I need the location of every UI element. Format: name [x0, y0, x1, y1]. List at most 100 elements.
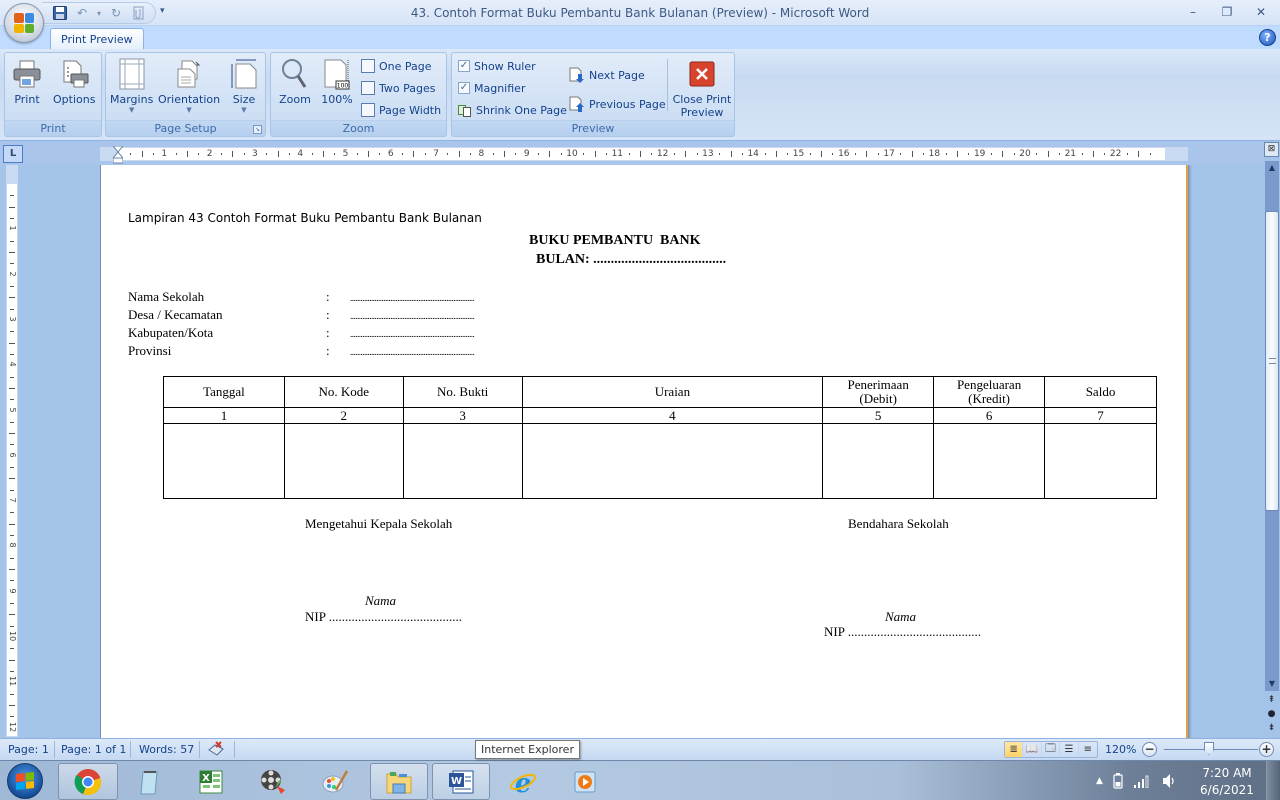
scroll-track[interactable]: ▲ ▼ [1265, 161, 1279, 691]
help-button[interactable]: ? [1259, 29, 1276, 46]
signature-right-title: Bendahara Sekolah [848, 516, 949, 531]
zoom-level[interactable]: 120% [1105, 743, 1136, 756]
print-options-icon [63, 60, 89, 88]
taskbar-notepad[interactable] [122, 763, 180, 800]
battery-icon[interactable] [1113, 773, 1123, 789]
vertical-ruler[interactable]: 1 2 3 4 5 6 7 8 9 10 11 12 [6, 165, 18, 737]
scroll-up-arrow-icon[interactable]: ▲ [1265, 161, 1279, 175]
taskbar-chrome[interactable] [58, 763, 118, 800]
ruler-number: 7 [433, 149, 439, 159]
office-button[interactable] [4, 3, 44, 43]
web-layout-view-icon[interactable]: 🗔 [1042, 742, 1061, 757]
chrome-icon [74, 768, 102, 795]
indent-marker-icon[interactable] [113, 146, 123, 164]
ruler-number: 3 [252, 149, 258, 159]
print-group-label: Print [5, 120, 101, 136]
document-page[interactable]: Lampiran 43 Contoh Format Buku Pembantu … [100, 165, 1188, 738]
next-page-button[interactable]: Next Page [569, 66, 645, 84]
taskbar-media-player[interactable] [556, 763, 614, 800]
taskbar-paint[interactable] [306, 763, 364, 800]
ruler-tick [1104, 153, 1106, 155]
view-buttons: ≣ 📖 🗔 ☰ ≡ [1004, 741, 1098, 758]
ruler-tick [911, 151, 913, 157]
zoom-100-label: 100% [321, 93, 353, 106]
zoom-out-button[interactable]: − [1142, 742, 1157, 757]
close-window-button[interactable]: ✕ [1248, 3, 1274, 21]
ruler-tick [9, 251, 15, 253]
ruler-tick [594, 151, 596, 157]
ruler-tick [1092, 151, 1094, 157]
one-page-button[interactable]: One Page [361, 57, 432, 75]
orientation-button[interactable]: Orientation ▼ [158, 57, 220, 114]
ruler-number: 19 [973, 149, 986, 159]
ruler-tick [9, 704, 15, 706]
page-width-button[interactable]: Page Width [361, 101, 441, 119]
minimize-button[interactable]: – [1180, 3, 1206, 21]
zoom-in-button[interactable]: + [1259, 742, 1274, 757]
proofing-button[interactable] [207, 740, 225, 761]
taskbar-windows-explorer[interactable] [370, 763, 428, 800]
ribbon: Print Options Print Margins ▼ Orientatio… [0, 49, 1280, 141]
shrink-one-page-button[interactable]: Shrink One Page [458, 101, 567, 119]
horizontal-ruler[interactable]: 1 2 3 4 5 6 7 8 9 10 11 12 13 14 15 16 17 18 19 20 21 22 [100, 147, 1188, 161]
next-page-browse-icon[interactable]: ⇟ [1264, 721, 1279, 735]
ruler-tick [1002, 151, 1004, 157]
draft-view-icon[interactable]: ≡ [1079, 742, 1097, 757]
ruler-tick [968, 153, 970, 155]
show-hidden-icons-button[interactable]: ▲ [1096, 776, 1103, 786]
ruler-tick [1058, 153, 1060, 155]
ruler-tick [220, 153, 222, 155]
clock-date: 6/6/2021 [1200, 783, 1254, 797]
print-button[interactable]: Print [11, 57, 43, 106]
page-setup-dialog-launcher[interactable]: ↘ [253, 125, 262, 134]
lampiran-heading: Lampiran 43 Contoh Format Buku Pembantu … [128, 211, 482, 225]
page-width-icon [361, 103, 375, 117]
ruler-tick [900, 153, 902, 155]
options-button[interactable]: Options [53, 57, 95, 106]
magnifier-checkbox[interactable]: ✓ Magnifier [458, 79, 525, 97]
full-screen-reading-view-icon[interactable]: 📖 [1023, 742, 1042, 757]
ruler-tick [538, 153, 540, 155]
taskbar-excel[interactable]: X [182, 763, 240, 800]
scroll-down-arrow-icon[interactable]: ▼ [1265, 677, 1279, 691]
view-ruler-button[interactable]: ⊠ [1264, 142, 1279, 157]
two-pages-button[interactable]: Two Pages [361, 79, 435, 97]
previous-page-browse-icon[interactable]: ⇞ [1264, 693, 1279, 707]
outline-view-icon[interactable]: ☰ [1060, 742, 1079, 757]
select-browse-object-icon[interactable]: ● [1264, 707, 1279, 721]
margins-button[interactable]: Margins ▼ [110, 57, 153, 114]
signal-icon[interactable] [1133, 774, 1151, 788]
previous-page-button[interactable]: Previous Page [569, 95, 666, 113]
close-print-preview-button[interactable]: Close Print Preview [672, 57, 732, 119]
show-ruler-checkbox[interactable]: ✓ Show Ruler [458, 57, 536, 75]
chevron-down-icon: ▼ [128, 106, 135, 114]
ruler-tick [877, 153, 879, 155]
ruler-tick [10, 444, 14, 446]
ruler-number: 1 [8, 225, 17, 231]
page-number-status[interactable]: Page: 1 [8, 743, 49, 756]
zoom-button[interactable]: Zoom [279, 57, 311, 106]
show-ruler-label: Show Ruler [474, 59, 536, 73]
size-button[interactable]: Size ▼ [228, 57, 260, 114]
show-desktop-button[interactable] [1266, 761, 1280, 800]
scroll-thumb[interactable] [1265, 211, 1279, 511]
print-layout-view-icon[interactable]: ≣ [1005, 742, 1024, 757]
zoom-slider-thumb[interactable] [1204, 742, 1214, 755]
tab-stop-selector[interactable]: L [3, 145, 23, 163]
ruler-tick [10, 580, 14, 582]
taskbar-movie-maker[interactable] [244, 763, 302, 800]
ruler-tick [832, 153, 834, 155]
system-clock[interactable]: 7:20 AM 6/6/2021 [1196, 765, 1258, 799]
divider [130, 741, 131, 758]
zoom-100-button[interactable]: 100 100% [321, 57, 353, 106]
volume-icon[interactable] [1161, 773, 1177, 789]
taskbar-word[interactable]: W [432, 763, 490, 800]
start-button[interactable] [7, 763, 43, 799]
ruler-tick [741, 153, 743, 155]
page-count-status[interactable]: Page: 1 of 1 [61, 743, 126, 756]
taskbar-internet-explorer[interactable]: e [494, 763, 552, 800]
word-count-status[interactable]: Words: 57 [139, 743, 194, 756]
vertical-scrollbar[interactable]: ⊠ ▲ ▼ ⇞ ● ⇟ [1264, 141, 1280, 738]
restore-button[interactable]: ❐ [1214, 3, 1240, 21]
tab-print-preview[interactable]: Print Preview [50, 28, 144, 51]
